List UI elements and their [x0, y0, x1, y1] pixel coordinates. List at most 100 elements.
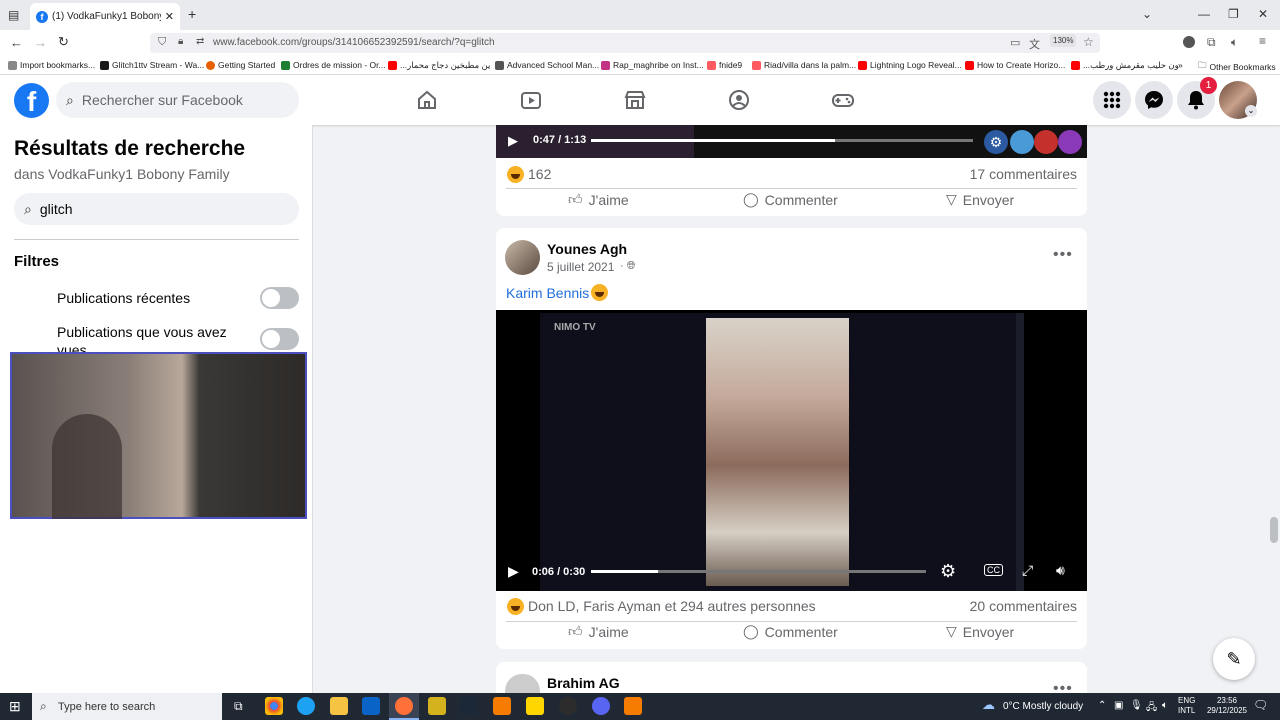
- app-icon[interactable]: [592, 697, 610, 715]
- bookmark-item[interactable]: Riad/villa dans la palm...: [752, 60, 856, 70]
- forward-icon[interactable]: →: [34, 35, 47, 50]
- volume-icon[interactable]: 🔈︎: [1162, 700, 1168, 711]
- send-button[interactable]: ▽ Envoyer: [946, 623, 1014, 640]
- app-icon[interactable]: [428, 697, 446, 715]
- video-player[interactable]: NIMO TV ▶ 0:06 / 0:30 ⚙ CC ⤢ 🔊︎: [496, 310, 1087, 591]
- translate-icon[interactable]: 文: [1029, 36, 1040, 52]
- bookmark-item[interactable]: ...ين مطبخين دجاج محمار: [388, 60, 490, 71]
- zoom-level[interactable]: 130%: [1050, 34, 1077, 47]
- clock[interactable]: 23:56 29/12/2025: [1204, 696, 1250, 716]
- close-window-icon[interactable]: ✕: [1258, 7, 1268, 21]
- menu-icon[interactable]: ≡: [1259, 34, 1266, 48]
- tab-list-icon[interactable]: ▤: [8, 8, 19, 22]
- bookmark-item[interactable]: Glitch1ttv Stream - Wa...: [100, 60, 204, 70]
- avatar[interactable]: [505, 240, 540, 275]
- post-date[interactable]: 5 juillet 2021: [547, 260, 614, 274]
- more-options-icon[interactable]: •••: [1053, 246, 1073, 264]
- bookmark-star-icon[interactable]: ☆: [1083, 35, 1094, 49]
- bookmark-item[interactable]: ...ون حليب مقرمش ورطب: [1071, 60, 1179, 71]
- filter-seen-posts-toggle[interactable]: [260, 328, 299, 350]
- sticky-notes-icon[interactable]: [526, 697, 544, 715]
- comment-button[interactable]: ◯ Commenter: [743, 191, 838, 208]
- extensions-icon[interactable]: ⧉: [1207, 35, 1216, 50]
- fullscreen-icon[interactable]: ⤢: [1022, 562, 1033, 579]
- chevron-down-icon[interactable]: ⌄: [1142, 7, 1152, 21]
- close-tab-icon[interactable]: ✕: [165, 10, 174, 23]
- comment-count[interactable]: 20 commentaires: [970, 598, 1077, 614]
- groups-icon[interactable]: [728, 89, 750, 111]
- other-bookmarks[interactable]: 🗀︎ Other Bookmarks: [1198, 60, 1276, 74]
- settings-icon[interactable]: ⚙: [940, 561, 956, 582]
- tray-icon[interactable]: ▣: [1114, 700, 1123, 711]
- network-icon[interactable]: 🖧︎: [1146, 700, 1157, 717]
- bookmark-item[interactable]: Ordres de mission - Or...: [281, 60, 386, 70]
- reaction-names[interactable]: Don LD, Faris Ayman et 294 autres person…: [528, 598, 816, 614]
- bookmark-item[interactable]: fnide9: [707, 60, 742, 70]
- app-icon[interactable]: [559, 697, 577, 715]
- microphone-icon[interactable]: 🎙︎: [1130, 700, 1143, 711]
- outlook-icon[interactable]: [362, 697, 380, 715]
- task-view-icon[interactable]: ⧉: [234, 699, 243, 714]
- group-search-input[interactable]: ⌕ glitch: [14, 193, 299, 225]
- messenger-button[interactable]: [1135, 81, 1173, 119]
- chrome-icon[interactable]: [265, 697, 283, 715]
- filter-recent-posts-toggle[interactable]: [260, 287, 299, 309]
- app-icon[interactable]: [624, 697, 642, 715]
- new-message-button[interactable]: ✎: [1213, 638, 1255, 680]
- watch-icon[interactable]: [520, 89, 542, 111]
- video-player[interactable]: ▶ 0:47 / 1:13 ⚙: [496, 125, 1087, 158]
- more-bookmarks-icon[interactable]: »: [1178, 60, 1183, 70]
- avatar[interactable]: [505, 674, 540, 693]
- weather-icon[interactable]: ☁: [982, 697, 995, 713]
- like-button[interactable]: 👍︎ J'aime: [568, 191, 629, 208]
- bookmark-item[interactable]: How to Create Horizo...: [965, 60, 1065, 70]
- like-button[interactable]: 👍︎ J'aime: [568, 623, 629, 640]
- bookmark-item[interactable]: Lightning Logo Reveal...: [858, 60, 962, 70]
- chevron-up-icon[interactable]: ⌃: [1098, 700, 1106, 711]
- windows-start-icon[interactable]: ⊞: [9, 698, 21, 715]
- bookmark-item[interactable]: Rap_maghribe on Inst...: [601, 60, 704, 70]
- language-indicator[interactable]: ENG INTL: [1178, 696, 1195, 716]
- reload-icon[interactable]: ↻: [58, 34, 69, 50]
- new-tab-icon[interactable]: +: [188, 6, 196, 22]
- page-scrollbar[interactable]: [1270, 517, 1278, 543]
- comment-count[interactable]: 17 commentaires: [970, 166, 1077, 182]
- captions-icon[interactable]: CC: [984, 564, 1003, 576]
- weather-text[interactable]: 0°C Mostly cloudy: [1003, 701, 1083, 712]
- restore-icon[interactable]: ❐: [1228, 7, 1239, 21]
- firefox-active-tab[interactable]: [389, 693, 419, 720]
- bookmark-item[interactable]: Import bookmarks...: [8, 60, 95, 70]
- browser-tab[interactable]: f (1) VodkaFunky1 Bobony Family ✕: [30, 3, 180, 30]
- reader-view-icon[interactable]: ▭: [1010, 36, 1020, 49]
- shield-icon[interactable]: ⛉: [158, 36, 166, 49]
- play-icon[interactable]: ▶: [508, 563, 519, 580]
- home-icon[interactable]: [416, 89, 438, 111]
- taskbar-search-input[interactable]: ⌕ Type here to search: [32, 693, 222, 720]
- back-icon[interactable]: ←: [10, 35, 23, 50]
- play-icon[interactable]: ▶: [508, 133, 518, 149]
- app-icon[interactable]: [493, 697, 511, 715]
- settings-icon[interactable]: ⚙: [984, 130, 1008, 154]
- menu-grid-button[interactable]: [1093, 81, 1131, 119]
- post-author[interactable]: Younes Agh: [547, 241, 627, 257]
- send-button[interactable]: ▽ Envoyer: [946, 191, 1014, 208]
- post-author[interactable]: Brahim AG: [547, 675, 620, 691]
- bookmark-item[interactable]: Advanced School Man...: [495, 60, 599, 70]
- gaming-icon[interactable]: [832, 89, 854, 111]
- edge-icon[interactable]: [297, 697, 315, 715]
- speaker-icon[interactable]: 🔈︎: [1231, 35, 1238, 50]
- notifications-icon[interactable]: 🗨︎: [1253, 698, 1268, 712]
- url-bar[interactable]: ⛉ 🔒︎ ⇄ www.facebook.com/groups/314106652…: [150, 33, 1100, 53]
- marketplace-icon[interactable]: [624, 89, 646, 111]
- account-icon[interactable]: [1183, 36, 1195, 48]
- lock-icon[interactable]: 🔒︎: [178, 36, 183, 47]
- bookmark-item[interactable]: Getting Started: [206, 60, 275, 70]
- chevron-down-icon[interactable]: ⌄: [1245, 105, 1257, 117]
- comment-button[interactable]: ◯ Commenter: [743, 623, 838, 640]
- video-progress-bar[interactable]: [591, 139, 973, 142]
- reaction-count[interactable]: 162: [528, 166, 551, 182]
- facebook-search-input[interactable]: ⌕ Rechercher sur Facebook: [56, 82, 299, 118]
- mentioned-user-link[interactable]: Karim Bennis: [506, 285, 589, 301]
- steam-icon[interactable]: [460, 697, 478, 715]
- video-progress-bar[interactable]: [591, 570, 926, 573]
